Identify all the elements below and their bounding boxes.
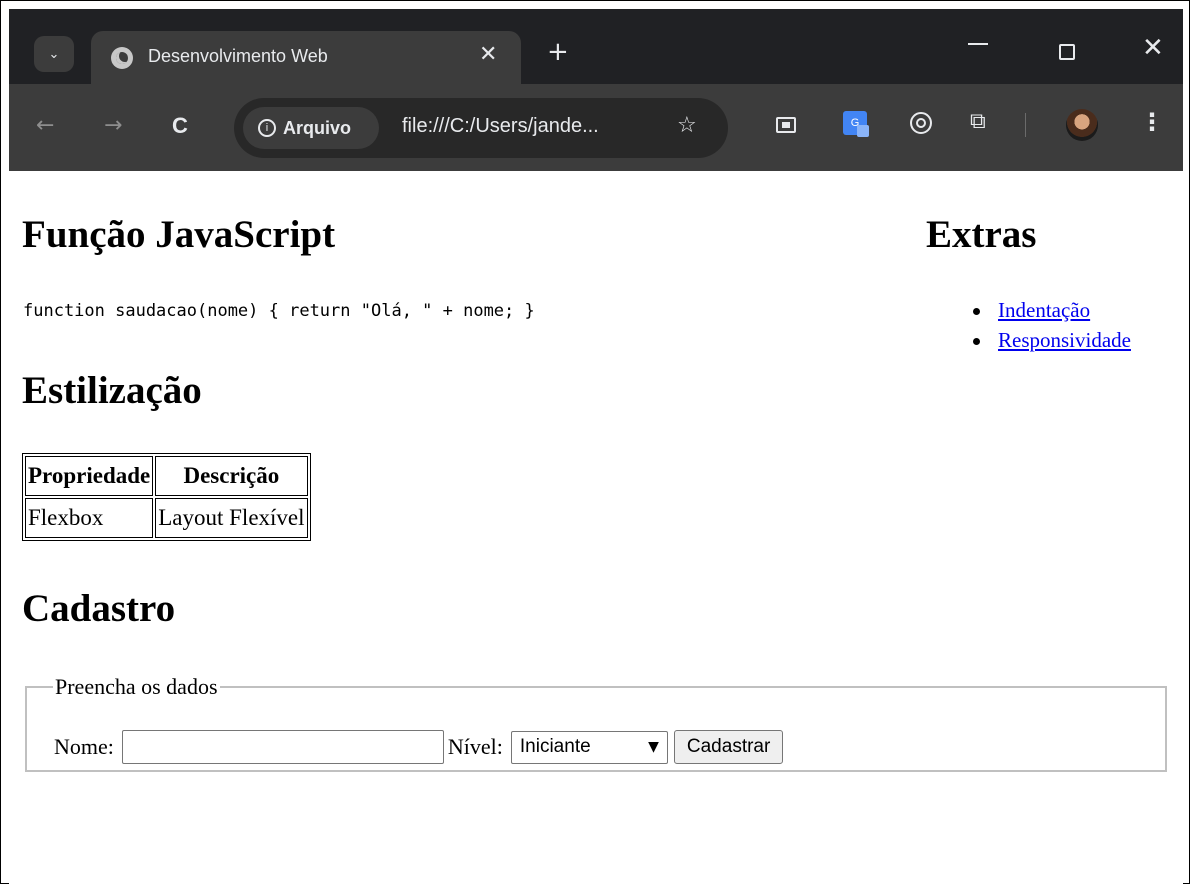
submit-button[interactable]: Cadastrar (673, 730, 784, 764)
extras-heading: Extras (926, 213, 1037, 256)
translate-icon[interactable]: G (843, 111, 869, 137)
js-heading: Função JavaScript (22, 213, 336, 256)
chevron-down-icon: ⌄ (48, 46, 60, 62)
target-icon[interactable] (910, 112, 932, 134)
puzzle-icon[interactable]: ⧉ (970, 111, 986, 133)
table-header: Propriedade (25, 456, 154, 496)
signup-fieldset: Preencha os dados Nome: Nível: Iniciante… (25, 674, 1167, 772)
list-item: Indentação (970, 295, 1131, 325)
list-item: Responsividade (970, 325, 1131, 355)
level-label: Nível: (447, 734, 503, 759)
form-row: Nome: Nível: Iniciante ▼ Cadastrar (54, 730, 784, 764)
tab-title: Desenvolvimento Web (148, 46, 328, 66)
chevron-down-icon: ▼ (648, 739, 659, 755)
tab-strip: ⌄ Desenvolvimento Web ✕ + ✕ (9, 9, 1183, 93)
menu-icon[interactable]: ⋮ (1140, 110, 1164, 134)
table-cell: Flexbox (25, 498, 154, 538)
profile-avatar-icon[interactable] (1066, 109, 1098, 141)
reload-button[interactable]: C (172, 115, 188, 137)
window-close-button[interactable]: ✕ (1142, 35, 1164, 61)
browser-toolbar: ← → C i Arquivo file:///C:/Users/jande..… (9, 84, 1183, 171)
link-indentacao[interactable]: Indentação (998, 298, 1090, 322)
tab-close-icon[interactable]: ✕ (479, 42, 497, 67)
site-info-chip[interactable]: i Arquivo (243, 107, 379, 149)
table-cell: Layout Flexível (155, 498, 308, 538)
name-label: Nome: (54, 734, 114, 759)
properties-table: Propriedade Descrição Flexbox Layout Fle… (22, 453, 311, 541)
address-bar[interactable]: i Arquivo file:///C:/Users/jande... ☆ (234, 98, 728, 158)
new-tab-button[interactable]: + (547, 39, 569, 65)
table-header: Descrição (155, 456, 308, 496)
fieldset-legend: Preencha os dados (55, 674, 218, 699)
signup-heading: Cadastro (22, 587, 176, 630)
forward-button[interactable]: → (104, 115, 122, 137)
style-heading: Estilização (22, 369, 202, 412)
picture-in-picture-icon[interactable] (776, 117, 796, 133)
bookmark-star-icon[interactable]: ☆ (677, 113, 697, 138)
level-select[interactable]: Iniciante ▼ (510, 730, 668, 764)
back-button[interactable]: ← (36, 115, 54, 137)
link-responsividade[interactable]: Responsividade (998, 328, 1131, 352)
code-sample: function saudacao(nome) { return "Olá, "… (23, 301, 535, 321)
extras-list: Indentação Responsividade (970, 295, 1131, 355)
minimize-button[interactable] (968, 43, 988, 45)
url-text[interactable]: file:///C:/Users/jande... (402, 115, 599, 138)
level-selected-value: Iniciante (519, 736, 591, 757)
page-content: Função JavaScript function saudacao(nome… (9, 171, 1183, 884)
table-row: Flexbox Layout Flexível (25, 498, 308, 538)
table-header-row: Propriedade Descrição (25, 456, 308, 496)
globe-icon (111, 47, 133, 69)
info-icon: i (258, 119, 276, 137)
toolbar-divider (1025, 113, 1026, 137)
site-info-label: Arquivo (283, 117, 352, 138)
name-input[interactable] (121, 730, 444, 764)
maximize-button[interactable] (1059, 44, 1075, 60)
tab-search-button[interactable]: ⌄ (34, 36, 74, 72)
